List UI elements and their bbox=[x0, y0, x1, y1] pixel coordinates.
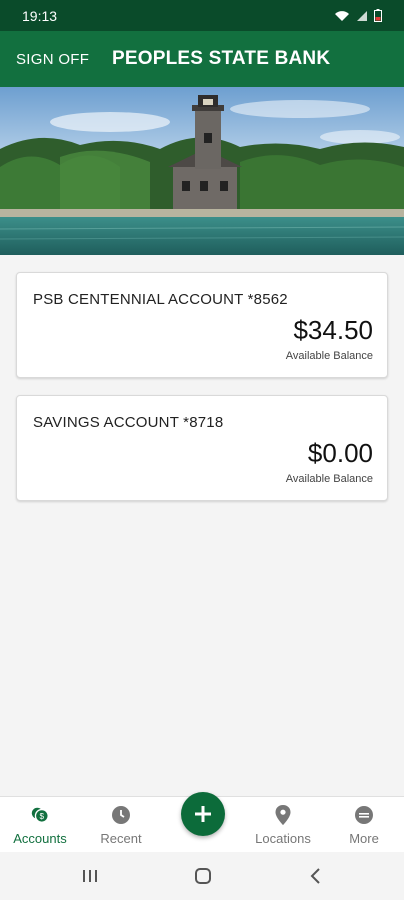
nav-more-label: More bbox=[349, 831, 379, 846]
more-icon bbox=[354, 805, 374, 825]
wifi-icon bbox=[335, 10, 349, 21]
home-button[interactable] bbox=[191, 864, 215, 888]
signal-icon bbox=[357, 10, 367, 21]
nav-accounts[interactable]: $ Accounts bbox=[0, 797, 80, 853]
status-icons bbox=[334, 9, 382, 22]
recent-apps-button[interactable] bbox=[78, 864, 102, 888]
clock-icon bbox=[111, 805, 131, 825]
account-balance: $34.50 bbox=[293, 315, 373, 345]
recent-apps-icon bbox=[83, 870, 97, 882]
nav-more[interactable]: More bbox=[324, 797, 404, 853]
account-balance: $0.00 bbox=[307, 438, 373, 468]
status-time: 19:13 bbox=[22, 7, 58, 24]
status-bar: 19:13 bbox=[0, 0, 404, 31]
bank-title: PEOPLES STATE BANK bbox=[112, 48, 331, 69]
available-balance-label: Available Balance bbox=[285, 350, 373, 362]
system-nav-bar bbox=[0, 852, 404, 900]
home-icon bbox=[195, 868, 211, 884]
account-name: PSB CENTENNIAL ACCOUNT *8562 bbox=[33, 291, 288, 308]
nav-recent[interactable]: Recent bbox=[81, 797, 161, 853]
account-card[interactable]: PSB CENTENNIAL ACCOUNT *8562 $34.50 Avai… bbox=[16, 272, 388, 378]
nav-locations[interactable]: Locations bbox=[243, 797, 323, 853]
back-button[interactable] bbox=[304, 864, 328, 888]
battery-icon bbox=[374, 9, 382, 22]
lighthouse-photo bbox=[0, 87, 404, 255]
sign-off-button[interactable]: SIGN OFF bbox=[16, 31, 89, 87]
app-header: SIGN OFF PEOPLES STATE BANK bbox=[0, 31, 404, 87]
svg-text:$: $ bbox=[40, 812, 45, 821]
accounts-icon: $ bbox=[30, 805, 50, 825]
add-button[interactable] bbox=[181, 792, 225, 836]
nav-accounts-label: Accounts bbox=[13, 831, 67, 846]
hero-image bbox=[0, 87, 404, 255]
plus-icon bbox=[195, 806, 211, 822]
back-icon bbox=[310, 868, 320, 884]
account-name: SAVINGS ACCOUNT *8718 bbox=[33, 414, 224, 431]
account-card[interactable]: SAVINGS ACCOUNT *8718 $0.00 Available Ba… bbox=[16, 395, 388, 501]
nav-recent-label: Recent bbox=[100, 831, 142, 846]
available-balance-label: Available Balance bbox=[285, 473, 373, 485]
nav-locations-label: Locations bbox=[255, 831, 311, 846]
location-pin-icon bbox=[273, 805, 293, 825]
